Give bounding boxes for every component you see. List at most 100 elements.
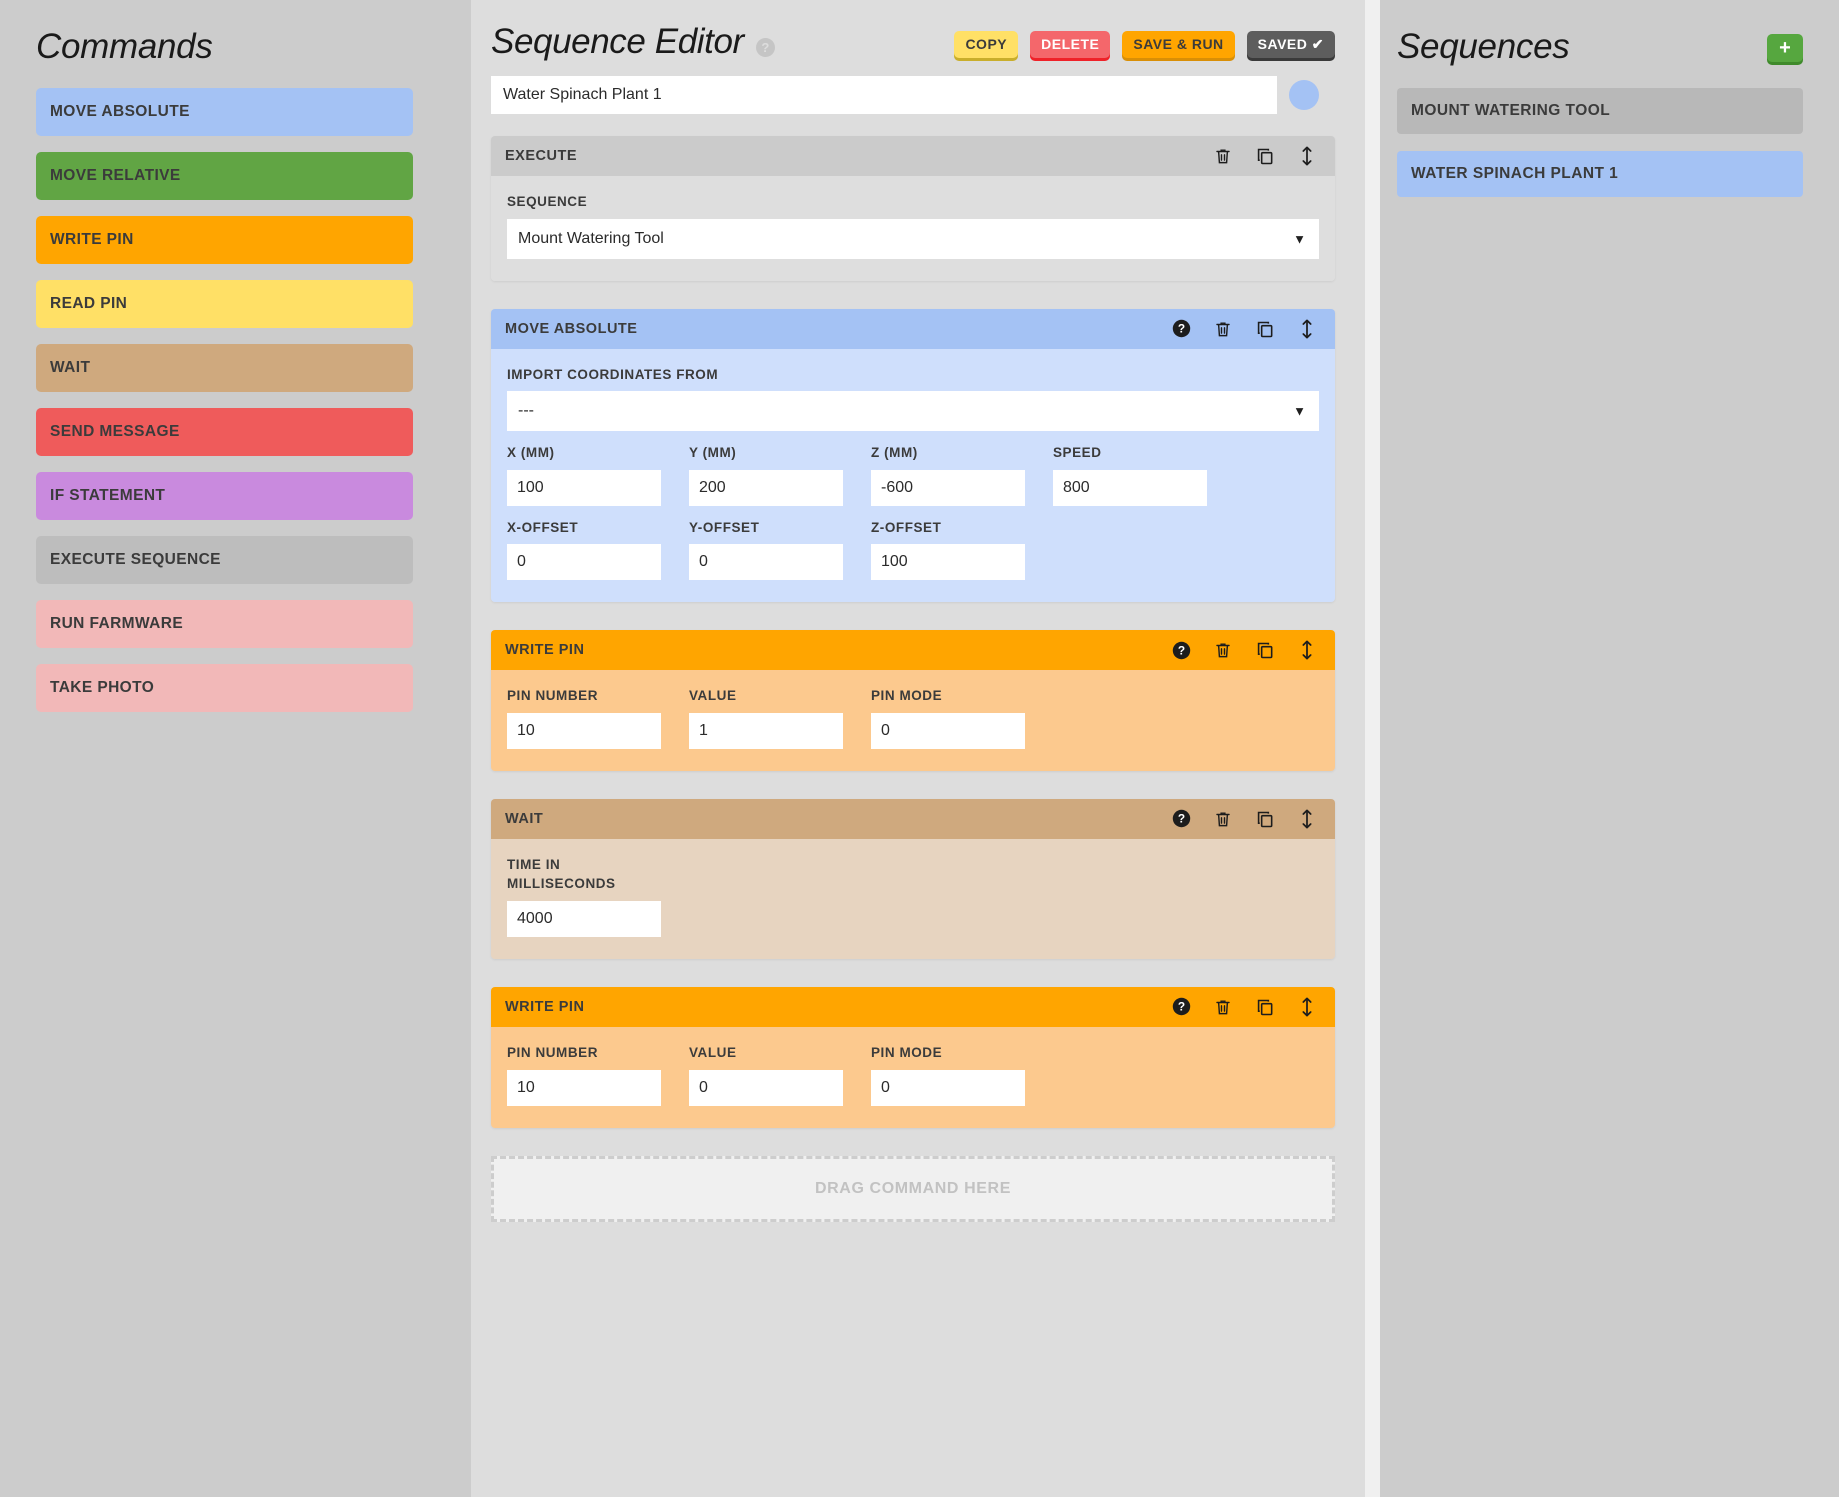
command-button-write-pin[interactable]: WRITE PIN xyxy=(36,216,413,264)
duplicate-icon[interactable] xyxy=(1255,996,1275,1018)
command-button-take-photo[interactable]: TAKE PHOTO xyxy=(36,664,413,712)
field-pin-number: PIN NUMBER xyxy=(507,686,689,749)
move-vertical-icon[interactable] xyxy=(1297,639,1317,661)
commands-panel-title: Commands xyxy=(36,0,413,88)
sequence-name-input[interactable] xyxy=(491,76,1277,114)
step-body: TIME INMILLISECONDS xyxy=(491,839,1335,959)
sequences-panel-header: Sequences + xyxy=(1397,0,1803,88)
input-x-mm-[interactable] xyxy=(507,470,661,506)
field-label: PIN NUMBER xyxy=(507,686,689,706)
move-vertical-icon[interactable] xyxy=(1297,808,1317,830)
panel-gutter xyxy=(1365,0,1380,1497)
sequence-step-move-absolute: MOVE ABSOLUTE?IMPORT COORDINATES FROM---… xyxy=(491,309,1335,603)
field-pin-mode: PIN MODE xyxy=(871,686,1053,749)
command-button-move-relative[interactable]: MOVE RELATIVE xyxy=(36,152,413,200)
copy-button[interactable]: COPY xyxy=(954,31,1018,58)
field-row: X-OFFSETY-OFFSETZ-OFFSET xyxy=(507,518,1319,581)
input-y-mm-[interactable] xyxy=(689,470,843,506)
command-button-run-farmware[interactable]: RUN FARMWARE xyxy=(36,600,413,648)
duplicate-icon[interactable] xyxy=(1255,145,1275,167)
move-vertical-icon[interactable] xyxy=(1297,145,1317,167)
svg-text:?: ? xyxy=(1177,322,1184,336)
field-label: VALUE xyxy=(689,686,871,706)
sequence-list-item-label: WATER SPINACH PLANT 1 xyxy=(1411,165,1618,183)
input-value[interactable] xyxy=(689,1070,843,1106)
select-import-coordinates-from[interactable]: --- ▼ xyxy=(507,391,1319,431)
step-icon-group: ? xyxy=(1171,996,1317,1018)
move-vertical-icon[interactable] xyxy=(1297,318,1317,340)
help-icon[interactable]: ? xyxy=(1171,639,1191,661)
duplicate-icon[interactable] xyxy=(1255,808,1275,830)
step-header: WRITE PIN? xyxy=(491,630,1335,670)
field-row: TIME INMILLISECONDS xyxy=(507,855,1319,937)
field-pin-number: PIN NUMBER xyxy=(507,1043,689,1106)
sequence-editor-panel: Sequence Editor ? COPY DELETE SAVE & RUN… xyxy=(471,0,1365,1497)
command-button-send-message[interactable]: SEND MESSAGE xyxy=(36,408,413,456)
command-button-wait[interactable]: WAIT xyxy=(36,344,413,392)
command-button-read-pin[interactable]: READ PIN xyxy=(36,280,413,328)
trash-icon[interactable] xyxy=(1213,808,1233,830)
chevron-down-icon[interactable]: ▼ xyxy=(1293,231,1306,246)
question-mark-icon[interactable]: ? xyxy=(756,38,775,57)
step-title: WRITE PIN xyxy=(505,999,584,1015)
svg-text:?: ? xyxy=(1177,1000,1184,1014)
move-vertical-icon[interactable] xyxy=(1297,996,1317,1018)
dropzone-label: DRAG COMMAND HERE xyxy=(815,1180,1011,1198)
add-sequence-button[interactable]: + xyxy=(1767,34,1803,62)
field-label: X-OFFSET xyxy=(507,518,689,538)
sequence-color-swatch[interactable] xyxy=(1289,80,1319,110)
input-z-offset[interactable] xyxy=(871,544,1025,580)
input-time-in-milliseconds[interactable] xyxy=(507,901,661,937)
command-button-execute-sequence[interactable]: EXECUTE SEQUENCE xyxy=(36,536,413,584)
trash-icon[interactable] xyxy=(1213,145,1233,167)
select-value: --- xyxy=(518,402,534,420)
input-pin-mode[interactable] xyxy=(871,713,1025,749)
input-z-mm-[interactable] xyxy=(871,470,1025,506)
sequence-step-write-pin: WRITE PIN? PIN NUMBERVALUEPIN MODE xyxy=(491,987,1335,1128)
field-x-offset: X-OFFSET xyxy=(507,518,689,581)
field-pin-mode: PIN MODE xyxy=(871,1043,1053,1106)
step-title: WAIT xyxy=(505,811,543,827)
step-title: WRITE PIN xyxy=(505,642,584,658)
trash-icon[interactable] xyxy=(1213,996,1233,1018)
field-z-offset: Z-OFFSET xyxy=(871,518,1053,581)
field-label: VALUE xyxy=(689,1043,871,1063)
input-x-offset[interactable] xyxy=(507,544,661,580)
help-icon[interactable]: ? xyxy=(1171,808,1191,830)
duplicate-icon[interactable] xyxy=(1255,639,1275,661)
trash-icon[interactable] xyxy=(1213,639,1233,661)
select-value: Mount Watering Tool xyxy=(518,230,664,248)
sequence-list-item[interactable]: MOUNT WATERING TOOL xyxy=(1397,88,1803,134)
command-button-move-absolute[interactable]: MOVE ABSOLUTE xyxy=(36,88,413,136)
help-icon[interactable]: ? xyxy=(1171,318,1191,340)
select-sequence[interactable]: Mount Watering Tool ▼ xyxy=(507,219,1319,259)
chevron-down-icon[interactable]: ▼ xyxy=(1293,404,1306,419)
step-body: IMPORT COORDINATES FROM---▼X (MM)Y (MM)Z… xyxy=(491,349,1335,603)
input-speed[interactable] xyxy=(1053,470,1207,506)
input-pin-number[interactable] xyxy=(507,1070,661,1106)
step-header: WAIT? xyxy=(491,799,1335,839)
help-icon[interactable]: ? xyxy=(1171,996,1191,1018)
field-label: Z (MM) xyxy=(871,443,1053,463)
input-value[interactable] xyxy=(689,713,843,749)
input-pin-mode[interactable] xyxy=(871,1070,1025,1106)
delete-button[interactable]: DELETE xyxy=(1030,31,1110,58)
input-pin-number[interactable] xyxy=(507,713,661,749)
sequence-list-item[interactable]: WATER SPINACH PLANT 1 xyxy=(1397,151,1803,197)
field-label: SPEED xyxy=(1053,443,1235,463)
trash-icon[interactable] xyxy=(1213,318,1233,340)
command-button-if-statement[interactable]: IF STATEMENT xyxy=(36,472,413,520)
save-and-run-button[interactable]: SAVE & RUN xyxy=(1122,31,1234,58)
duplicate-icon[interactable] xyxy=(1255,318,1275,340)
saved-status-button[interactable]: SAVED ✔ xyxy=(1247,31,1335,58)
field-row: PIN NUMBERVALUEPIN MODE xyxy=(507,686,1319,749)
field-value: VALUE xyxy=(689,1043,871,1106)
step-body: SEQUENCEMount Watering Tool▼ xyxy=(491,176,1335,281)
field-time-in-milliseconds: TIME INMILLISECONDS xyxy=(507,855,689,937)
drag-command-dropzone[interactable]: DRAG COMMAND HERE xyxy=(491,1156,1335,1222)
commands-list: MOVE ABSOLUTE MOVE RELATIVE WRITE PIN READ … xyxy=(36,88,413,712)
field-label: PIN NUMBER xyxy=(507,1043,689,1063)
field-z-mm-: Z (MM) xyxy=(871,443,1053,506)
field-label: TIME INMILLISECONDS xyxy=(507,855,689,894)
input-y-offset[interactable] xyxy=(689,544,843,580)
